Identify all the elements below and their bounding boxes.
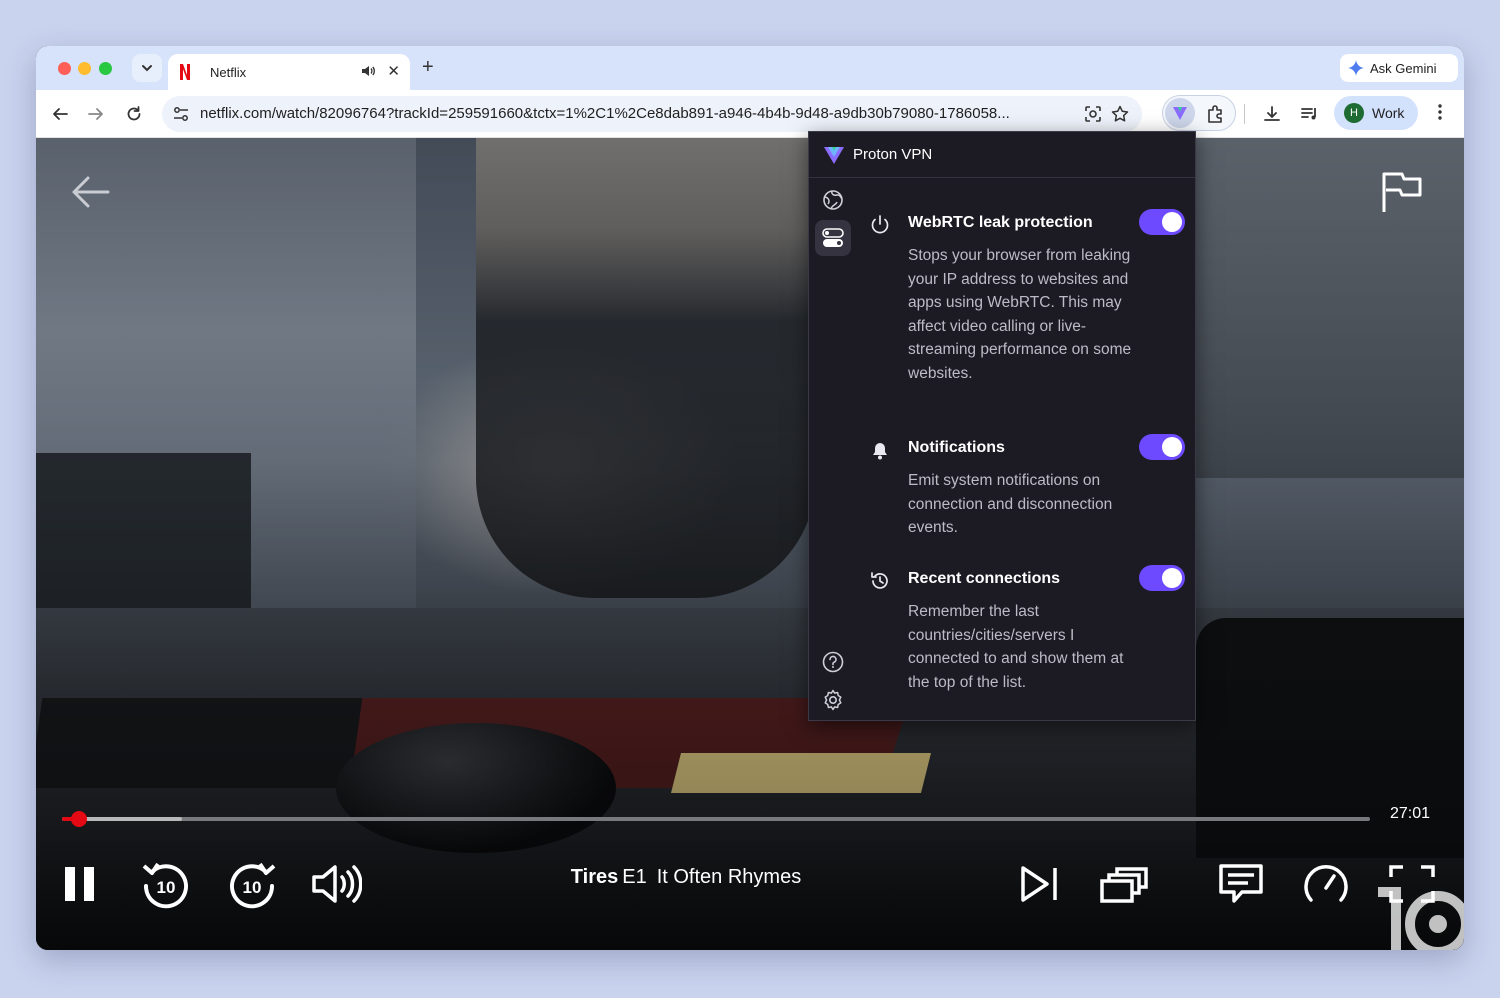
power-icon	[871, 215, 889, 234]
proton-vpn-icon	[1173, 107, 1187, 120]
back-button[interactable]	[48, 102, 72, 126]
ask-gemini-label: Ask Gemini	[1370, 60, 1437, 76]
setting-title: Recent connections	[908, 570, 1061, 587]
report-flag-icon[interactable]	[1380, 170, 1424, 214]
address-bar[interactable]: netflix.com/watch/82096764?trackId=25959…	[162, 96, 1142, 132]
setting-description: Stops your browser from leaking your IP …	[908, 247, 1132, 382]
arrow-left-icon	[53, 108, 68, 120]
episode-number: E1	[622, 866, 647, 888]
watermark-logo-icon	[1378, 887, 1464, 950]
next-episode-button[interactable]	[1014, 856, 1064, 912]
progress-bar[interactable]	[62, 811, 1370, 827]
toggles-icon	[822, 228, 844, 247]
time-remaining: 27:01	[1390, 805, 1431, 822]
browser-toolbar: netflix.com/watch/82096764?trackId=25959…	[36, 90, 1464, 138]
proton-vpn-popup: Proton VPN WebRTC leak protection Stops …	[808, 131, 1196, 721]
url-text: netflix.com/watch/82096764?trackId=25959…	[200, 105, 1010, 122]
history-icon	[871, 572, 888, 589]
reload-button[interactable]	[122, 102, 146, 126]
skip-back-seconds: 10	[157, 878, 176, 897]
tab-title: Netflix	[210, 64, 247, 80]
new-tab-button[interactable]: +	[422, 56, 434, 79]
back-to-browse-icon[interactable]	[70, 174, 110, 210]
toggle-knob	[1162, 212, 1182, 232]
rail-help-button[interactable]	[815, 644, 851, 680]
episodes-stack-icon	[1100, 867, 1148, 903]
tab-search-button[interactable]	[132, 54, 162, 82]
minimize-window-button[interactable]	[78, 62, 91, 75]
notifications-toggle[interactable]	[1139, 434, 1185, 460]
skip-back-button[interactable]: 10	[140, 856, 192, 912]
site-settings-icon[interactable]	[172, 105, 190, 123]
maximize-window-button[interactable]	[99, 62, 112, 75]
extensions-group	[1162, 95, 1236, 131]
tab-strip: Netflix ✕ + Ask Gemini	[36, 46, 1464, 90]
tab-netflix[interactable]: Netflix ✕	[168, 54, 410, 90]
pause-icon	[65, 867, 94, 901]
ask-gemini-button[interactable]: Ask Gemini	[1340, 54, 1458, 82]
gear-icon	[824, 689, 842, 711]
skip-forward-seconds: 10	[243, 878, 262, 897]
extensions-puzzle-icon[interactable]	[1205, 103, 1227, 125]
vpn-side-rail	[809, 178, 855, 722]
volume-button[interactable]	[310, 856, 362, 912]
toggle-knob	[1162, 568, 1182, 588]
skip-forward-button[interactable]: 10	[226, 856, 278, 912]
gemini-sparkle-icon	[1348, 60, 1364, 76]
avatar: H	[1344, 103, 1364, 123]
download-icon	[1264, 106, 1280, 121]
video-player[interactable]: 27:01 10 10 Tires E1 It Often Rhymes	[36, 138, 1464, 950]
episodes-button[interactable]	[1098, 856, 1150, 912]
media-controls-button[interactable]	[1298, 102, 1322, 126]
rail-features-button[interactable]	[815, 220, 851, 256]
progress-thumb[interactable]	[71, 811, 87, 827]
arrow-right-icon	[88, 108, 103, 120]
subtitles-button[interactable]	[1216, 856, 1266, 912]
google-lens-icon[interactable]	[1084, 105, 1102, 123]
bell-icon	[873, 443, 887, 460]
setting-title: WebRTC leak protection	[908, 214, 1093, 231]
forward-10-icon: 10	[230, 862, 276, 909]
media-queue-icon	[1301, 108, 1316, 120]
replay-10-icon: 10	[142, 862, 188, 909]
pause-button[interactable]	[58, 856, 102, 912]
globe-icon	[823, 190, 843, 210]
more-menu-icon[interactable]	[1432, 102, 1448, 122]
browser-window: Netflix ✕ + Ask Gemini netflix.com/watch…	[36, 46, 1464, 950]
subtitles-icon	[1219, 864, 1263, 903]
close-window-button[interactable]	[58, 62, 71, 75]
bookmark-star-icon[interactable]	[1110, 104, 1130, 124]
profile-label: Work	[1372, 105, 1405, 121]
reload-icon	[127, 106, 141, 121]
rail-settings-button[interactable]	[815, 682, 851, 718]
netflix-logo-icon	[180, 64, 190, 80]
close-tab-icon[interactable]: ✕	[387, 62, 400, 80]
volume-icon	[312, 865, 362, 903]
profile-button[interactable]: H Work	[1334, 96, 1418, 130]
video-vignette	[36, 138, 1464, 950]
webrtc-toggle[interactable]	[1139, 209, 1185, 235]
setting-description: Emit system notifications on connection …	[908, 472, 1113, 536]
speaker-icon[interactable]	[360, 63, 376, 79]
show-title: Tires	[570, 866, 619, 888]
help-icon	[822, 651, 844, 673]
setting-description: Remember the last countries/cities/serve…	[908, 603, 1124, 691]
proton-vpn-logo-icon	[824, 146, 844, 164]
next-episode-icon	[1021, 866, 1057, 902]
toolbar-divider	[1244, 104, 1245, 124]
toggle-knob	[1162, 437, 1182, 457]
episode-info: Tires E1 It Often Rhymes	[486, 866, 886, 889]
speedometer-icon	[1304, 865, 1348, 902]
chevron-down-icon	[142, 65, 152, 72]
episode-title: It Often Rhymes	[656, 866, 802, 888]
rail-countries-button[interactable]	[815, 182, 851, 218]
vpn-app-name: Proton VPN	[853, 146, 933, 163]
proton-vpn-extension-button[interactable]	[1165, 98, 1195, 128]
recent-connections-toggle[interactable]	[1139, 565, 1185, 591]
forward-button[interactable]	[84, 102, 108, 126]
playback-speed-button[interactable]	[1300, 856, 1352, 912]
vpn-header: Proton VPN	[809, 132, 1195, 178]
setting-title: Notifications	[908, 439, 1005, 456]
downloads-button[interactable]	[1260, 102, 1284, 126]
